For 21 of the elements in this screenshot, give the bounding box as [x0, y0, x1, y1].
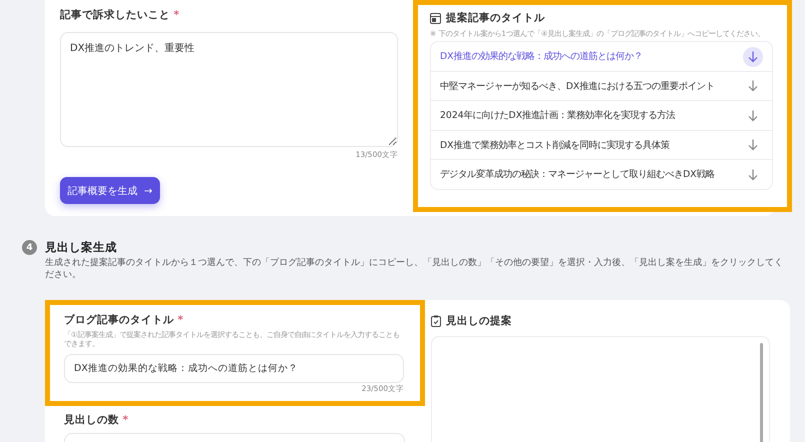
title-option[interactable]: 2024年に向けたDX推進計画：業務効率化を実現する方法 [431, 101, 772, 131]
required-mark: * [174, 9, 180, 21]
field-label: 見出しの数 * [64, 412, 130, 427]
panel-title: 見出しの提案 [446, 314, 512, 328]
field-label: 記事で訴求したいこと * [60, 8, 180, 22]
title-option[interactable]: DX推進で業務効率とコスト削減を同時に実現する具体策 [431, 130, 772, 160]
blog-title-input[interactable]: DX推進の効果的な戦略：成功への道筋とは何か？ [64, 354, 404, 384]
field-label: ブログ記事のタイトル * [64, 312, 184, 327]
clipboard-icon [431, 314, 441, 327]
generate-summary-button[interactable]: 記事概要を生成 → [60, 177, 160, 204]
panel-title: 提案記事のタイトル [446, 11, 545, 25]
section-title: 見出し案生成 [45, 240, 117, 255]
document-icon [430, 12, 441, 24]
title-option[interactable]: DX推進の効果的な戦略：成功への道筋とは何か？ [431, 42, 772, 72]
title-option[interactable]: デジタル変革成功の秘訣：マネージャーとして取り組むべきDX戦略 [431, 160, 772, 189]
appeal-textarea[interactable]: DX推進のトレンド、重要性 [60, 32, 398, 147]
title-option[interactable]: 中堅マネージャーが知るべき、DX推進における五つの重要ポイント [431, 72, 772, 102]
required-mark: * [122, 414, 128, 426]
section-description: 生成された提案記事のタイトルから１つ選んで、下の「ブログ記事のタイトル」にコピーし、「見出しの数」「その他の要望」を選択・入力後、「見出し案を生成」をクリックしてください。 [45, 257, 784, 282]
step-number: 4 [22, 240, 37, 255]
required-mark: * [178, 314, 184, 326]
